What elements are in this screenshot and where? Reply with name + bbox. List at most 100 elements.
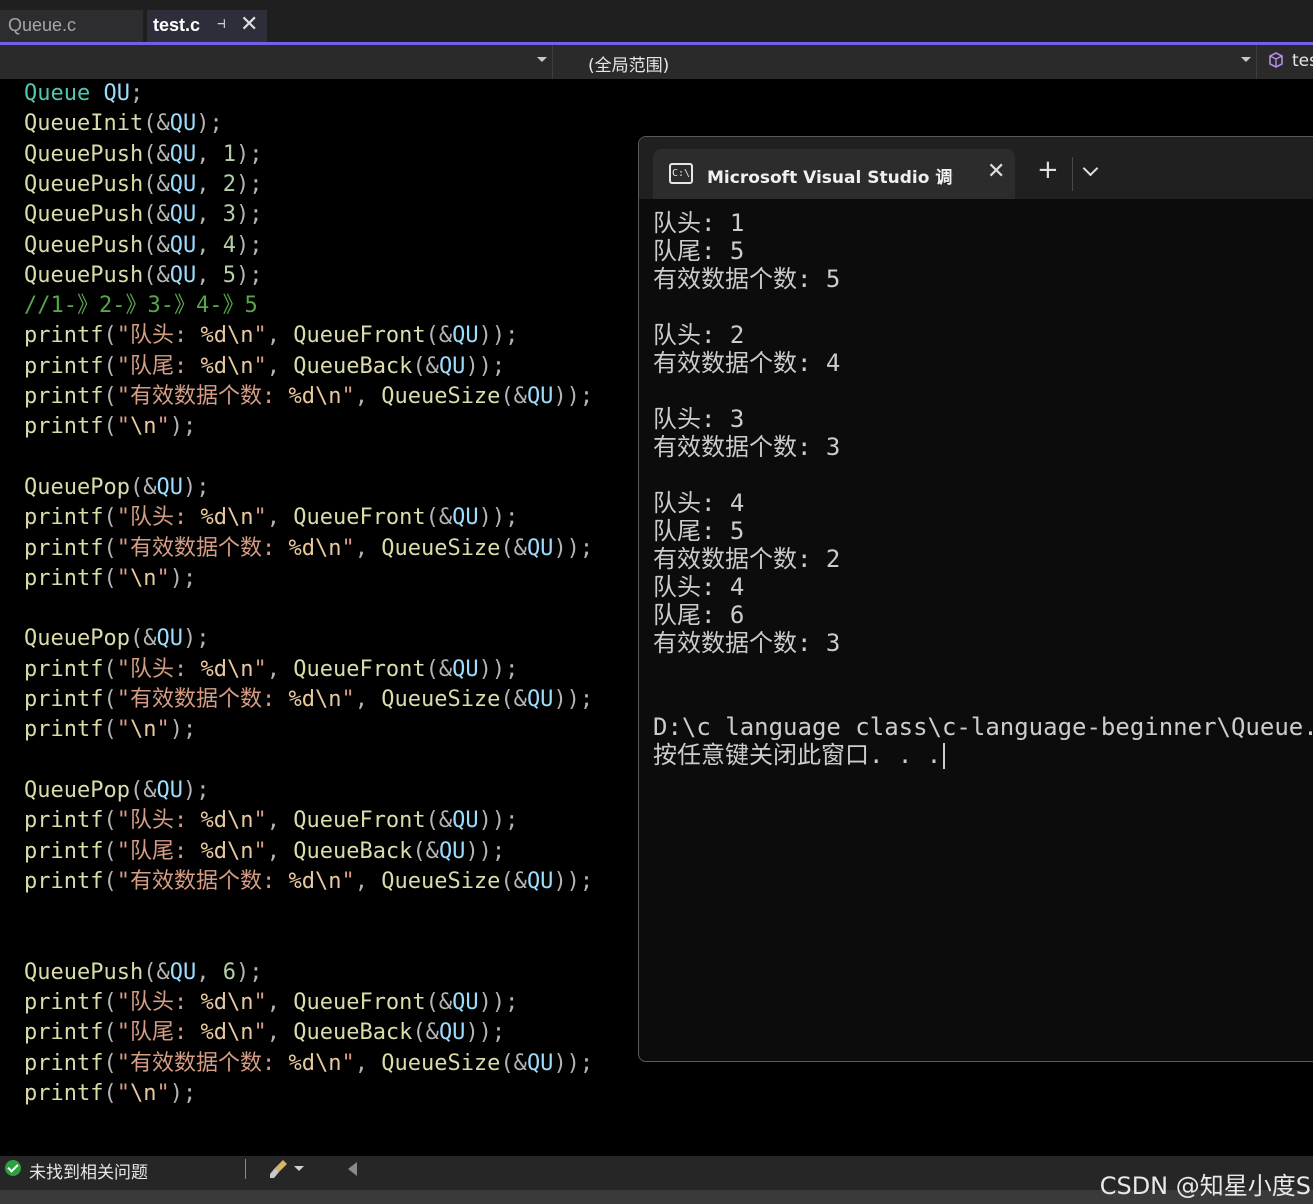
code-token: "队尾: — [116, 353, 201, 379]
code-token: printf — [24, 535, 104, 561]
console-line: 队头: 4 — [653, 573, 745, 601]
code-token: )); — [465, 838, 506, 864]
code-line[interactable]: printf("队头: %d\n", QueueFront(&QU)); — [24, 655, 518, 685]
code-line[interactable]: printf("队头: %d\n", QueueFront(&QU)); — [24, 503, 518, 533]
code-token: ( — [103, 1020, 117, 1046]
tab-test-c[interactable]: test.c ⊣ ✕ — [147, 10, 267, 42]
code-token: ); — [235, 141, 263, 167]
code-token: printf — [24, 414, 104, 440]
watermark: CSDN @知星小度S — [1099, 1172, 1311, 1200]
code-token: ( — [103, 565, 117, 591]
code-token: (& — [129, 474, 157, 500]
scroll-left-arrow-icon[interactable] — [348, 1162, 357, 1176]
code-token: )); — [465, 353, 506, 379]
tab-label: Queue.c — [8, 15, 77, 35]
member-dropdown[interactable]: tes — [1266, 45, 1313, 79]
code-token: , — [266, 1020, 294, 1046]
code-token: %d\n — [200, 323, 254, 349]
code-token: , — [266, 808, 294, 834]
check-circle-icon — [5, 1160, 21, 1176]
code-token: "队尾: — [116, 838, 201, 864]
code-line[interactable]: printf("\n"); — [24, 1079, 196, 1109]
close-icon[interactable]: ✕ — [987, 159, 1005, 184]
code-token: QU — [156, 777, 183, 803]
code-line[interactable]: printf("队尾: %d\n", QueueBack(&QU)); — [24, 1018, 505, 1048]
code-line[interactable]: printf("队头: %d\n", QueueFront(&QU)); — [24, 988, 518, 1018]
chevron-down-icon[interactable] — [294, 1166, 304, 1171]
code-line[interactable]: printf("\n"); — [24, 412, 196, 442]
code-token: "队头: — [116, 323, 201, 349]
code-token: QU — [452, 323, 479, 349]
code-token: ( — [103, 868, 117, 894]
pin-icon[interactable]: ⊣ — [217, 16, 225, 32]
code-token: QU — [169, 959, 197, 985]
code-line[interactable]: printf("有效数据个数: %d\n", QueueSize(&QU)); — [24, 382, 593, 412]
code-token: %d\n — [200, 353, 254, 379]
code-token: " — [253, 808, 267, 834]
brush-icon[interactable] — [268, 1158, 290, 1180]
code-token: 4 — [222, 232, 236, 258]
code-token: ( — [103, 687, 117, 712]
code-line[interactable]: QueuePush(&QU, 1); — [24, 140, 262, 170]
code-line[interactable]: QueuePush(&QU, 4); — [24, 231, 262, 261]
code-token: QU — [526, 868, 554, 894]
console-line: 队头: 3 — [653, 405, 745, 433]
scope-dropdown[interactable]: (全局范围) — [560, 45, 1257, 79]
code-token: ); — [169, 1080, 197, 1106]
code-line[interactable]: printf("队尾: %d\n", QueueBack(&QU)); — [24, 352, 505, 382]
code-token: QueueFront — [293, 656, 426, 682]
tab-queue-c[interactable]: Queue.c — [0, 10, 143, 42]
code-line[interactable]: printf("\n"); — [24, 715, 196, 745]
code-line[interactable]: printf("有效数据个数: %d\n", QueueSize(&QU)); — [24, 685, 593, 715]
code-line[interactable]: QueuePush(&QU, 5); — [24, 261, 262, 291]
code-line[interactable]: QueuePush(&QU, 6); — [24, 958, 262, 988]
code-token: (& — [425, 656, 453, 682]
code-token: )); — [478, 808, 519, 834]
code-token: printf — [24, 990, 104, 1015]
code-token: printf — [24, 808, 104, 834]
code-line[interactable]: printf("有效数据个数: %d\n", QueueSize(&QU)); — [24, 534, 593, 564]
code-line[interactable]: printf("队头: %d\n", QueueFront(&QU)); — [24, 806, 518, 836]
code-token: "队头: — [116, 656, 201, 682]
code-token: ); — [169, 414, 197, 440]
code-line[interactable]: QueuePop(&QU); — [24, 776, 209, 806]
code-line[interactable]: Queue QU; — [24, 79, 143, 109]
code-line[interactable]: QueueInit(&QU); — [24, 109, 223, 139]
chevron-down-icon[interactable] — [1082, 160, 1099, 177]
code-token: ); — [235, 959, 263, 985]
code-line[interactable]: QueuePop(&QU); — [24, 473, 209, 503]
code-line[interactable]: printf("队头: %d\n", QueueFront(&QU)); — [24, 321, 518, 351]
chevron-down-icon — [1241, 57, 1251, 62]
code-token: %d\n — [200, 505, 254, 531]
code-token: QueueSize — [381, 868, 501, 894]
code-token: printf — [24, 838, 104, 864]
code-line[interactable]: printf("有效数据个数: %d\n", QueueSize(&QU)); — [24, 867, 593, 897]
code-line[interactable]: QueuePush(&QU, 2); — [24, 170, 262, 200]
console-line: 有效数据个数: 2 — [653, 545, 841, 573]
text-cursor — [943, 743, 946, 769]
code-line[interactable]: printf("有效数据个数: %d\n", QueueSize(&QU)); — [24, 1049, 593, 1079]
code-line[interactable]: printf("\n"); — [24, 564, 196, 594]
debug-console-window[interactable]: C:\ Microsoft Visual Studio 调试控制台 ✕ + 队头… — [638, 136, 1313, 1062]
code-token: QueueBack — [293, 838, 413, 864]
code-token: %d\n — [288, 535, 342, 561]
new-tab-plus-icon[interactable]: + — [1037, 157, 1059, 183]
code-line[interactable]: printf("队尾: %d\n", QueueBack(&QU)); — [24, 837, 505, 867]
console-line: 队尾: 6 — [653, 601, 745, 629]
code-line[interactable]: //1-》2-》3-》4-》5 — [24, 291, 258, 321]
code-token: QueuePush — [24, 232, 144, 258]
divider — [245, 1159, 246, 1179]
code-line[interactable]: QueuePush(&QU, 3); — [24, 200, 262, 230]
code-token: , — [266, 323, 294, 349]
code-token: " — [341, 535, 355, 561]
project-dropdown[interactable] — [0, 45, 553, 79]
code-token: printf — [24, 1020, 104, 1046]
code-token: QueueSize — [381, 1050, 501, 1076]
close-icon[interactable]: ✕ — [240, 12, 258, 37]
issues-status[interactable]: 未找到相关问题 — [29, 1158, 148, 1183]
console-tab[interactable]: C:\ Microsoft Visual Studio 调试控制台 ✕ — [653, 149, 1015, 199]
console-line: D:\c language class\c-language-beginner\… — [653, 713, 1313, 741]
code-token: printf — [24, 868, 104, 894]
code-line[interactable]: QueuePop(&QU); — [24, 624, 209, 654]
